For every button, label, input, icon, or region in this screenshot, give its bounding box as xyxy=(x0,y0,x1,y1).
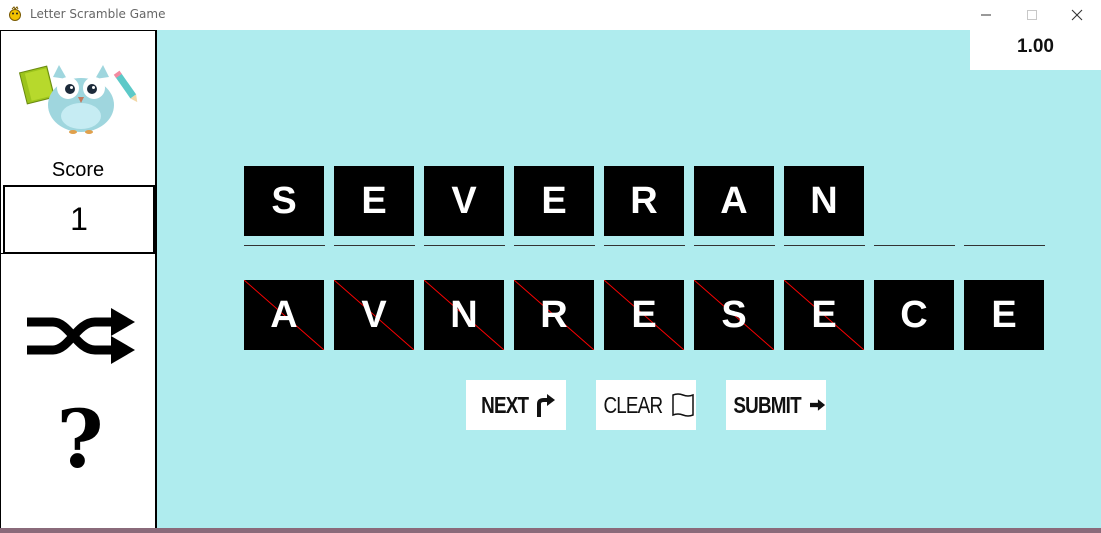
question-mark-icon[interactable]: ? xyxy=(45,403,115,473)
scrambled-tile-used[interactable]: S xyxy=(694,280,774,350)
score-label: Score xyxy=(51,159,105,181)
minimize-icon xyxy=(981,14,991,16)
answer-slot-line xyxy=(694,245,775,246)
scrambled-tile-used[interactable]: V xyxy=(334,280,414,350)
timer: 1.00 xyxy=(970,24,1101,70)
next-button[interactable]: NEXT xyxy=(466,380,566,430)
answer-tile[interactable]: E xyxy=(514,166,594,236)
scrambled-tile-used[interactable]: N xyxy=(424,280,504,350)
maximize-icon xyxy=(1027,10,1037,20)
game-board xyxy=(157,30,1101,528)
scrambled-tile-used[interactable]: E xyxy=(604,280,684,350)
answer-slot-line xyxy=(334,245,415,246)
shuffle-icon[interactable] xyxy=(25,308,137,364)
next-button-label: NEXT xyxy=(481,391,529,418)
scrambled-tile-used[interactable]: R xyxy=(514,280,594,350)
answer-slot-line xyxy=(784,245,865,246)
bottom-edge xyxy=(0,528,1101,533)
score-value: 1 xyxy=(3,185,155,254)
svg-text:?: ? xyxy=(57,403,104,473)
answer-slot-line xyxy=(604,245,685,246)
clear-button[interactable]: CLEAR xyxy=(596,380,696,430)
submit-button-label: SUBMIT xyxy=(733,391,801,418)
owl-mascot-icon xyxy=(19,65,138,134)
answer-tile[interactable]: V xyxy=(424,166,504,236)
eraser-icon xyxy=(672,393,694,417)
answer-tile[interactable]: E xyxy=(334,166,414,236)
clear-button-label: CLEAR xyxy=(603,391,664,418)
sidebar: Score 1 ? xyxy=(0,30,157,530)
answer-tile[interactable]: S xyxy=(244,166,324,236)
scrambled-tile-used[interactable]: A xyxy=(244,280,324,350)
answer-slot-line xyxy=(514,245,595,246)
title-bar: Letter Scramble Game xyxy=(0,0,1101,30)
sidebar-divider xyxy=(1,253,155,254)
answer-tile[interactable]: R xyxy=(604,166,684,236)
close-icon xyxy=(1071,9,1083,21)
right-arrow-icon xyxy=(810,399,826,411)
window-title: Letter Scramble Game xyxy=(30,7,166,21)
answer-slot-line xyxy=(244,245,325,246)
answer-slot-line xyxy=(964,245,1045,246)
answer-tile[interactable]: A xyxy=(694,166,774,236)
answer-tile[interactable]: N xyxy=(784,166,864,236)
scrambled-tile[interactable]: C xyxy=(874,280,954,350)
scrambled-tile[interactable]: E xyxy=(964,280,1044,350)
pygame-snake-icon xyxy=(9,6,21,21)
turn-right-arrow-icon xyxy=(536,394,555,417)
answer-slot-line xyxy=(424,245,505,246)
submit-button[interactable]: SUBMIT xyxy=(726,380,826,430)
answer-slot-line xyxy=(874,245,955,246)
scrambled-tile-used[interactable]: E xyxy=(784,280,864,350)
